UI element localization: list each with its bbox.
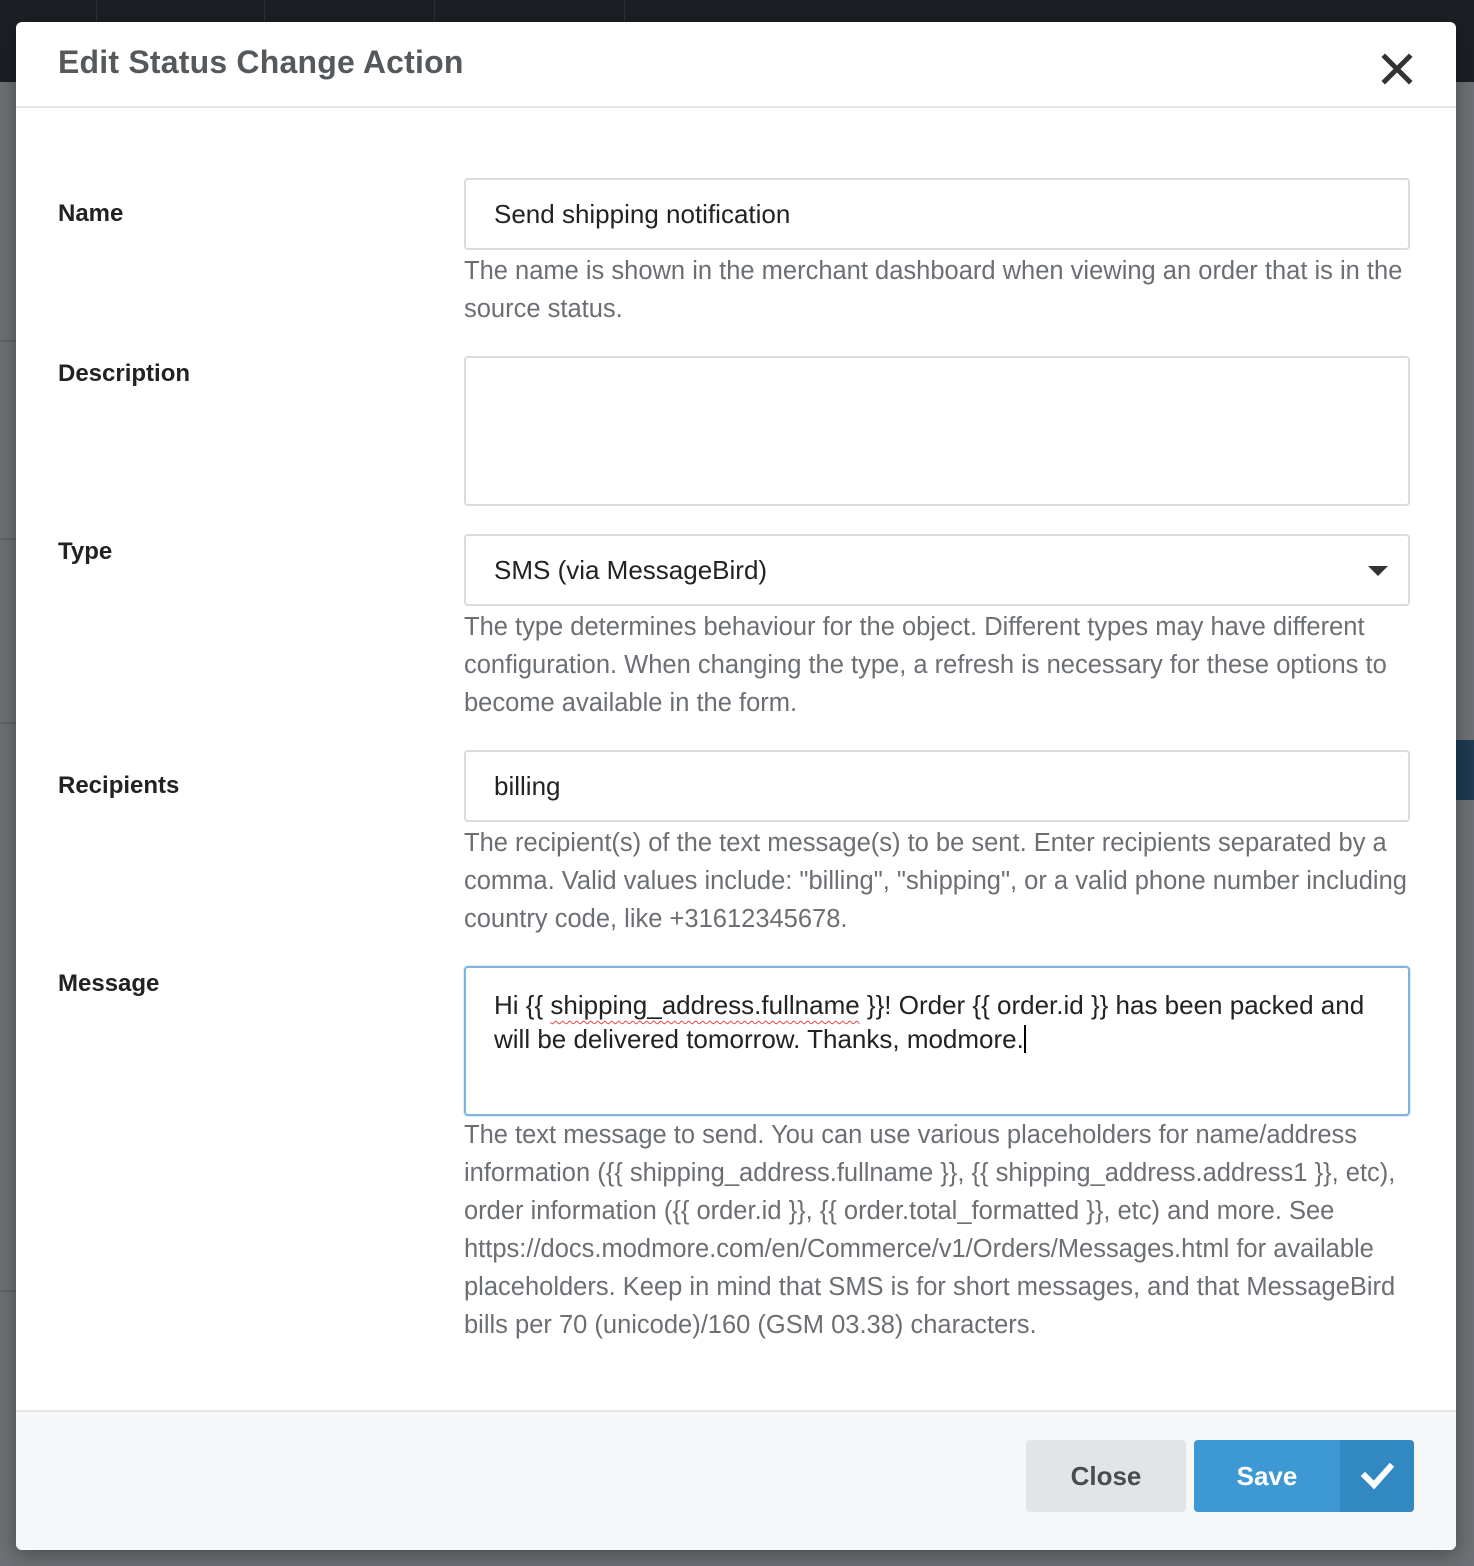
close-button[interactable]: Close [1026, 1440, 1186, 1512]
name-help-text: The name is shown in the merchant dashbo… [464, 257, 1403, 323]
message-text: Hi {{ [494, 990, 551, 1020]
save-button-label: Save [1236, 1461, 1298, 1491]
type-label: Type [58, 538, 113, 565]
message-label: Message [58, 970, 160, 997]
message-help-text: The text message to send. You can use va… [464, 1121, 1396, 1339]
background-tab [0, 0, 97, 22]
background-divider [0, 722, 16, 724]
name-label: Name [58, 200, 124, 227]
background-highlight-bar [1456, 740, 1474, 800]
type-select[interactable]: SMS (via MessageBird) [464, 534, 1410, 606]
recipients-help-text: The recipient(s) of the text message(s) … [464, 829, 1407, 933]
recipients-input[interactable]: billing [464, 750, 1410, 822]
checkmark-icon [1340, 1440, 1414, 1512]
background-tab [264, 0, 435, 22]
description-textarea[interactable] [464, 356, 1410, 506]
message-textarea[interactable]: Hi {{ shipping_address.fullname }}! Orde… [464, 966, 1410, 1116]
edit-status-change-action-dialog: Edit Status Change Action Name Send ship… [16, 22, 1456, 1550]
save-button[interactable]: Save [1194, 1440, 1414, 1512]
type-selected-value: SMS (via MessageBird) [494, 555, 768, 585]
background-tab [96, 0, 265, 22]
background-divider [0, 1290, 16, 1292]
type-help-text: The type determines behaviour for the ob… [464, 613, 1387, 717]
background-tab [434, 0, 625, 22]
close-icon[interactable] [1380, 52, 1414, 86]
text-cursor [1023, 1025, 1026, 1053]
description-label: Description [58, 360, 191, 387]
background-divider [0, 538, 16, 540]
background-divider [0, 340, 16, 342]
name-input[interactable]: Send shipping notification [464, 178, 1410, 250]
modal-footer: Close Save [16, 1410, 1456, 1550]
misspelled-word: shipping_address.fullname [550, 990, 860, 1020]
modal-header: Edit Status Change Action [16, 22, 1456, 108]
modal-title: Edit Status Change Action [58, 44, 464, 80]
recipients-label: Recipients [58, 772, 180, 799]
caret-down-icon [1368, 566, 1388, 576]
